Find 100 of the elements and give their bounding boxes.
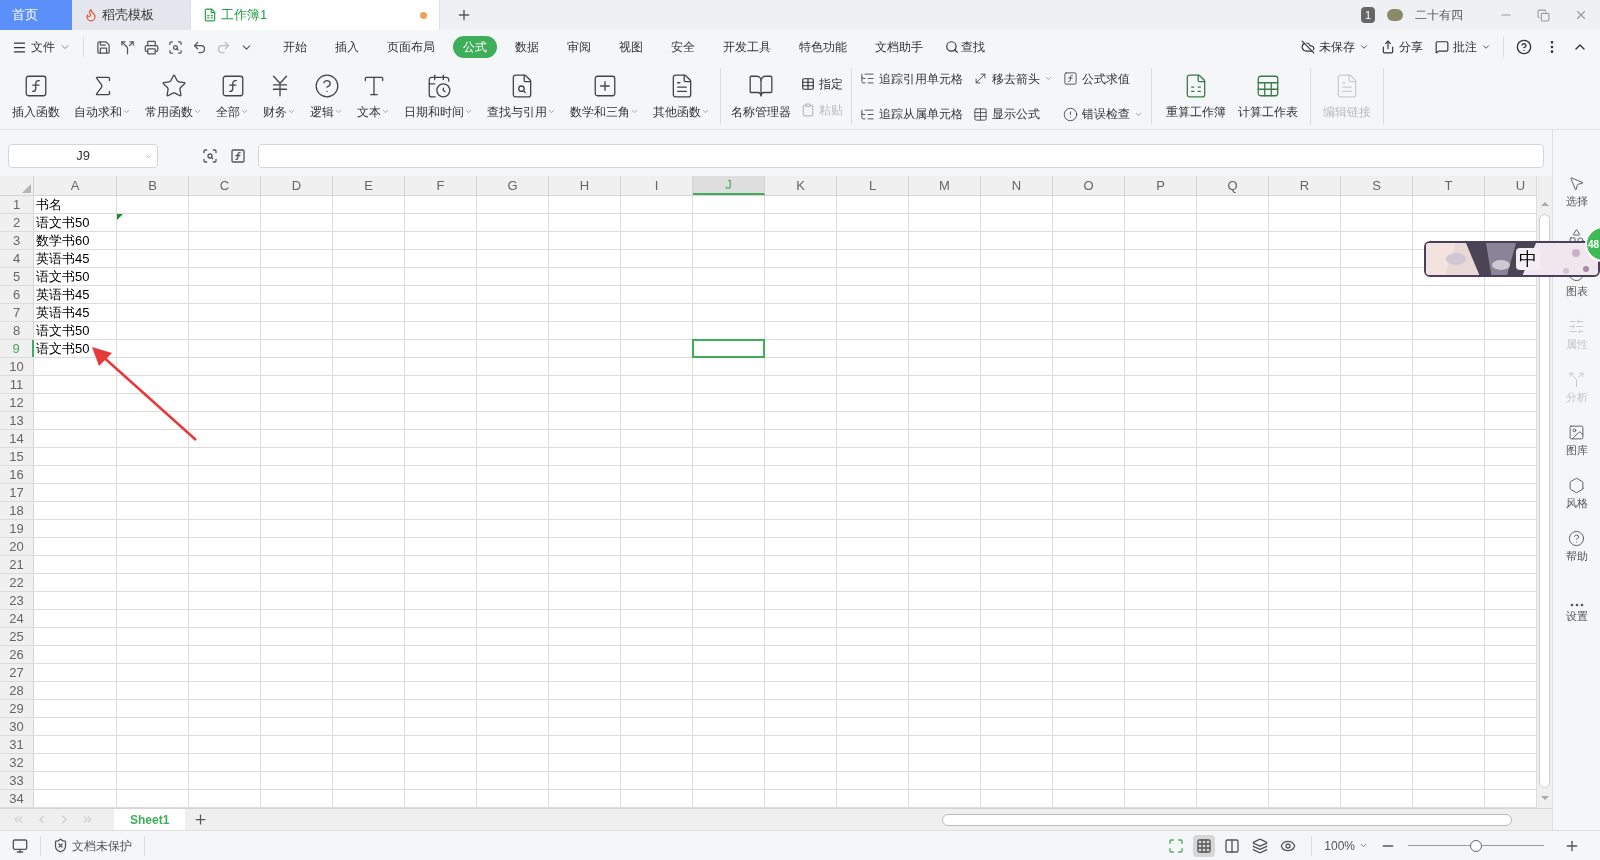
ribbon-button[interactable]: 公式求值 [1063,64,1143,94]
menu-tab[interactable]: 视图 [609,36,653,58]
column-header[interactable]: H [549,176,621,195]
row-header[interactable]: 2 [0,214,34,231]
row-header[interactable]: 33 [0,772,34,789]
row-header[interactable]: 13 [0,412,34,429]
row-header[interactable]: 21 [0,556,34,573]
row-header[interactable]: 31 [0,736,34,753]
column-header[interactable]: C [189,176,261,195]
ribbon-button[interactable]: 常用函数 [141,64,206,129]
menu-tab[interactable]: 审阅 [557,36,601,58]
menu-tab[interactable]: 页面布局 [377,36,445,58]
ribbon-button[interactable]: 财务 [259,64,300,129]
column-header[interactable]: L [837,176,909,195]
column-header[interactable]: O [1053,176,1125,195]
row-header[interactable]: 14 [0,430,34,447]
column-header[interactable]: K [765,176,837,195]
row-header[interactable]: 8 [0,322,34,339]
row-header[interactable]: 19 [0,520,34,537]
document-tab[interactable]: 工作簿1 [190,0,440,30]
toolbar-action[interactable]: 批注 [1435,38,1491,56]
ribbon-button[interactable]: 错误检查 [1063,99,1143,129]
row-header[interactable]: 24 [0,610,34,627]
ribbon-button[interactable]: 插入函数 [8,64,64,129]
row-header[interactable]: 27 [0,664,34,681]
row-header[interactable]: 30 [0,718,34,735]
menu-tab[interactable]: 插入 [325,36,369,58]
row-header[interactable]: 7 [0,304,34,321]
ribbon-button[interactable]: 计算工作表 [1232,64,1304,129]
row-header[interactable]: 22 [0,574,34,591]
column-header[interactable]: S [1341,176,1413,195]
column-header[interactable]: D [261,176,333,195]
row-header[interactable]: 5 [0,268,34,285]
ribbon-button[interactable]: 显示公式 [973,99,1053,129]
row-header[interactable]: 11 [0,376,34,393]
row-header[interactable]: 1 [0,196,34,213]
row-header[interactable]: 4 [0,250,34,267]
menu-tab[interactable]: 公式 [453,36,497,58]
column-header[interactable]: B [117,176,189,195]
menu-tab[interactable]: 数据 [505,36,549,58]
ribbon-button[interactable]: 重算工作簿 [1160,64,1232,129]
protection-status[interactable]: 文档未保护 [53,836,132,855]
ribbon-button[interactable]: 名称管理器 [727,64,795,129]
column-header[interactable]: P [1125,176,1197,195]
search-button[interactable]: 查找 [961,38,985,56]
menu-tab[interactable]: 安全 [661,36,705,58]
ribbon-button[interactable]: 移去箭头 [973,64,1053,94]
toolbar-action[interactable]: 未保存 [1301,38,1369,56]
ribbon-button[interactable]: 其他函数 [649,64,714,129]
row-header[interactable]: 29 [0,700,34,717]
row-header[interactable]: 32 [0,754,34,771]
sidebar-item[interactable]: 风格 [1565,477,1588,510]
column-header[interactable]: M [909,176,981,195]
row-header[interactable]: 16 [0,466,34,483]
menu-tab[interactable]: 特色功能 [789,36,857,58]
column-header[interactable]: N [981,176,1053,195]
row-header[interactable]: 23 [0,592,34,609]
column-header[interactable]: T [1413,176,1485,195]
row-header[interactable]: 20 [0,538,34,555]
row-header[interactable]: 10 [0,358,34,375]
column-header[interactable]: A [34,176,117,195]
menu-tab[interactable]: 开发工具 [713,36,781,58]
name-box[interactable]: J9 [8,144,158,168]
menu-tab[interactable]: 文档助手 [865,36,933,58]
sidebar-item[interactable]: 帮助 [1565,530,1588,563]
sheet-tab[interactable]: Sheet1 [114,809,186,830]
sidebar-item[interactable]: 设置 [1565,603,1588,623]
row-header[interactable]: 12 [0,394,34,411]
column-header[interactable]: R [1269,176,1341,195]
user-name[interactable]: 二十有四 [1415,6,1463,24]
column-header[interactable]: E [333,176,405,195]
row-header[interactable]: 26 [0,646,34,663]
sidebar-item[interactable]: 图库 [1565,424,1588,457]
ribbon-button[interactable]: 数学和三角 [566,64,643,129]
ribbon-button[interactable]: 自动求和 [70,64,135,129]
row-header[interactable]: 18 [0,502,34,519]
row-header[interactable]: 6 [0,286,34,303]
column-header[interactable]: G [477,176,549,195]
ribbon-button[interactable]: 查找与引用 [483,64,560,129]
ribbon-button[interactable]: 追踪从属单元格 [860,99,963,129]
file-menu[interactable]: 文件 [31,38,55,56]
zoom-level[interactable]: 100% [1324,836,1368,855]
document-tab[interactable]: 首页 [0,0,72,30]
ribbon-button[interactable]: 全部 [212,64,253,129]
row-header[interactable]: 15 [0,448,34,465]
column-header[interactable]: Q [1197,176,1269,195]
ribbon-button[interactable]: 逻辑 [306,64,347,129]
row-header[interactable]: 28 [0,682,34,699]
menu-tab[interactable]: 开始 [273,36,317,58]
toolbar-action[interactable]: 分享 [1381,38,1423,56]
ribbon-button[interactable]: 指定 [801,74,843,93]
column-header[interactable]: F [405,176,477,195]
ribbon-button[interactable]: 追踪引用单元格 [860,64,963,94]
sidebar-item[interactable]: 选择 [1565,175,1588,208]
row-header[interactable]: 25 [0,628,34,645]
ribbon-button[interactable]: 日期和时间 [400,64,477,129]
row-header[interactable]: 34 [0,790,34,807]
row-header[interactable]: 3 [0,232,34,249]
row-header[interactable]: 17 [0,484,34,501]
page-count-badge[interactable]: 1 [1360,6,1375,24]
